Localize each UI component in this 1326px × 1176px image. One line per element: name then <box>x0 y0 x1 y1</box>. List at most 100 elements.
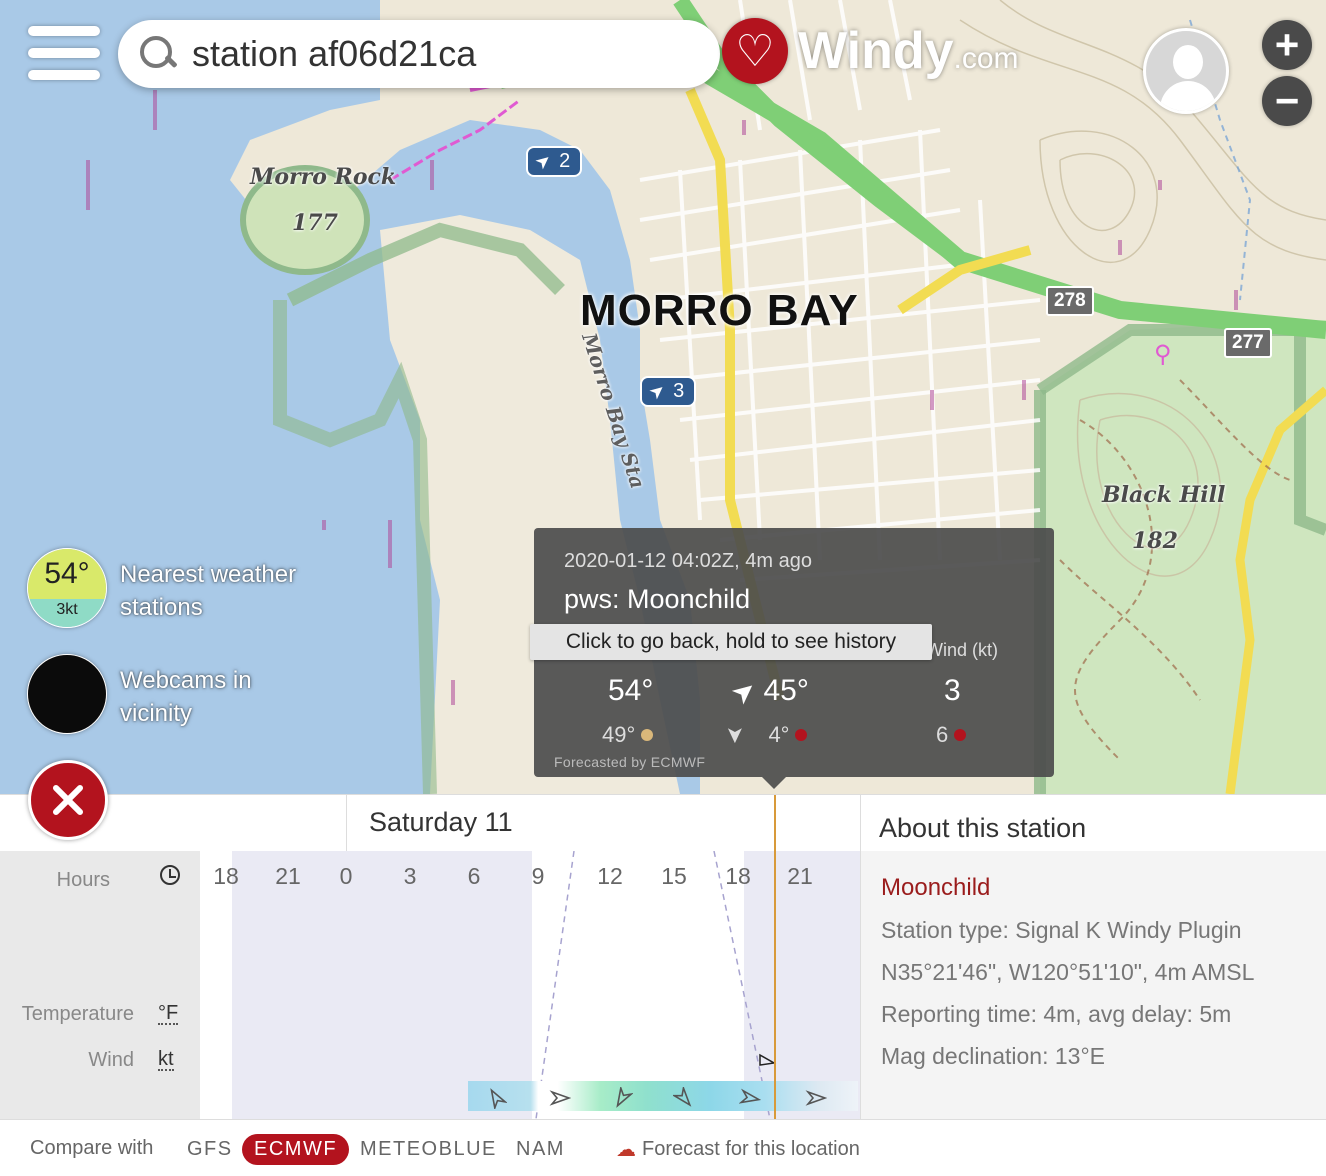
wind-arrow-icon <box>616 1087 633 1108</box>
bicycle-icon: ⚲ <box>1154 341 1172 368</box>
nearest-stations-button[interactable]: 54° 3kt <box>27 548 107 628</box>
current-direction: ➤ 45° <box>725 672 809 711</box>
road-shield-278: 278 <box>1046 286 1094 316</box>
close-button[interactable] <box>28 760 108 840</box>
search-icon <box>138 34 178 74</box>
about-body: Moonchild Station type: Signal K Windy P… <box>861 851 1326 1119</box>
morro-rock-label: Morro Rock <box>250 164 397 190</box>
forecast-direction-value: 4° <box>768 722 790 747</box>
brand-suffix: .com <box>953 42 1019 75</box>
forecast-dot-icon <box>795 729 808 741</box>
wind-arrow-icon: ➤ <box>531 148 556 174</box>
black-hill-elevation: 182 <box>1132 528 1178 554</box>
temperature-label: Temperature <box>21 1003 134 1025</box>
model-nam-button[interactable]: NAM <box>504 1134 577 1165</box>
wind-column-header: Wind (kt) <box>926 640 998 660</box>
wind-arrow-icon <box>490 1088 507 1109</box>
search-input[interactable]: station af06d21ca <box>192 33 476 75</box>
about-station-name: Moonchild <box>881 874 991 901</box>
webcams-button[interactable] <box>27 654 107 734</box>
forecast-source: Forecasted by ECMWF <box>554 754 706 770</box>
user-avatar[interactable] <box>1143 28 1229 114</box>
black-hill-label: Black Hill <box>1102 482 1226 508</box>
wind-arrow-icon <box>549 1090 571 1106</box>
wind-station-marker[interactable]: ➤ 2 <box>526 146 583 177</box>
forecast-link[interactable]: ☁ Forecast for this location <box>616 1137 860 1162</box>
hamburger-icon-bar <box>28 26 100 36</box>
station-type: Station type: Signal K Windy Plugin <box>881 917 1242 943</box>
road-shield-label: 278 <box>1054 290 1086 311</box>
about-station: About this station Moonchild Station typ… <box>860 795 1326 1119</box>
about-title: About this station <box>879 813 1087 843</box>
nearest-stations-label[interactable]: Nearest weather stations <box>120 558 330 624</box>
road-shield-label: 277 <box>1232 332 1264 353</box>
wind-forecast-strip <box>468 1081 858 1111</box>
hour-tick: 15 <box>661 863 687 889</box>
forecast-dot-icon <box>641 729 654 741</box>
station-popup[interactable]: 2020-01-12 04:02Z, 4m ago pws: Moonchild… <box>530 528 1054 789</box>
brand-name: Windy.com <box>798 21 1019 81</box>
compare-label: Compare with <box>30 1137 154 1159</box>
hour-tick: 0 <box>339 863 353 889</box>
current-direction-value: 45° <box>763 674 809 707</box>
station-name: pws: Moonchild <box>564 584 751 614</box>
road-shield-277: 277 <box>1224 328 1272 358</box>
wind-unit[interactable]: kt <box>158 1049 174 1071</box>
wind-label: Wind <box>88 1049 134 1071</box>
hour-tick: 9 <box>531 863 545 889</box>
station-panel: Saturday 11 Hours Temperature °F Wind kt… <box>0 794 1326 1176</box>
now-line <box>774 795 776 1119</box>
map[interactable]: Morro Rock 177 Black Hill 182 Morro Bay … <box>0 0 1326 794</box>
weather-icon: ☁ <box>616 1139 636 1161</box>
wind-direction-icon: ➤ <box>724 671 763 711</box>
model-ecmwf-button[interactable]: ECMWF <box>242 1134 350 1165</box>
forecast-link-label: Forecast for this location <box>642 1138 860 1160</box>
wind-station-value: 3 <box>673 380 685 402</box>
day-header: Saturday 11 <box>346 795 778 851</box>
hour-tick: 6 <box>467 863 481 889</box>
forecast-wind-value: 6 <box>936 722 949 747</box>
hour-tick: 21 <box>787 863 813 889</box>
reporting-time: Reporting time: 4m, avg delay: 5m <box>881 1001 1232 1027</box>
hour-tick: 21 <box>275 863 301 889</box>
wind-arrow-icon <box>739 1088 761 1104</box>
back-tooltip: Click to go back, hold to see history <box>530 624 932 660</box>
temperature-unit[interactable]: °F <box>158 1003 179 1025</box>
forecast-temperature-value: 49° <box>602 722 636 747</box>
twilight-lines <box>535 851 777 1119</box>
hour-tick: 18 <box>213 863 239 889</box>
hours-label: Hours <box>56 869 110 891</box>
observation-time: 2020-01-12 04:02Z, 4m ago <box>564 550 812 572</box>
windy-heart-icon: ♡ <box>722 18 788 84</box>
zoom-in-button[interactable]: + <box>1262 20 1312 70</box>
mag-declination: Mag declination: 13°E <box>881 1043 1106 1069</box>
zoom-out-button[interactable]: − <box>1262 76 1312 126</box>
menu-button[interactable] <box>28 26 100 80</box>
clock-icon[interactable] <box>160 865 180 885</box>
model-meteoblue-button[interactable]: METEOBLUE <box>348 1134 509 1165</box>
wind-station-marker[interactable]: ➤ 3 <box>640 376 697 407</box>
forecast-dot-icon <box>954 729 967 741</box>
forecast-temperature: 49° <box>602 722 654 748</box>
wind-arrow-icon <box>805 1090 827 1106</box>
hour-tick: 18 <box>725 863 751 889</box>
hour-tick: 12 <box>597 863 623 889</box>
brand-wordmark: Windy <box>798 22 954 80</box>
wind-arrow-icon <box>673 1087 692 1107</box>
model-gfs-button[interactable]: GFS <box>175 1134 245 1165</box>
station-coords: N35°21'46", W120°51'10", 4m AMSL <box>881 959 1255 985</box>
hour-tick: 3 <box>403 863 417 889</box>
current-wind: 3 <box>944 674 961 707</box>
wind-station-value: 2 <box>559 150 571 172</box>
webcams-label[interactable]: Webcams in vicinity <box>120 664 300 730</box>
forecast-direction: ➤ 4° <box>723 722 808 748</box>
windy-logo[interactable]: ♡ Windy.com <box>722 18 1019 84</box>
timeline-chart[interactable]: 18 21 0 3 6 9 12 15 18 21 <box>200 851 860 1119</box>
search-box[interactable]: station af06d21ca <box>118 20 720 88</box>
current-temperature: 54° <box>608 674 654 707</box>
hamburger-icon-bar <box>28 48 100 58</box>
morro-rock-elevation: 177 <box>292 210 338 236</box>
row-labels: Hours Temperature °F Wind kt <box>0 851 200 1119</box>
forecast-wind: 6 <box>936 722 967 748</box>
city-label: MORRO BAY <box>580 286 859 335</box>
